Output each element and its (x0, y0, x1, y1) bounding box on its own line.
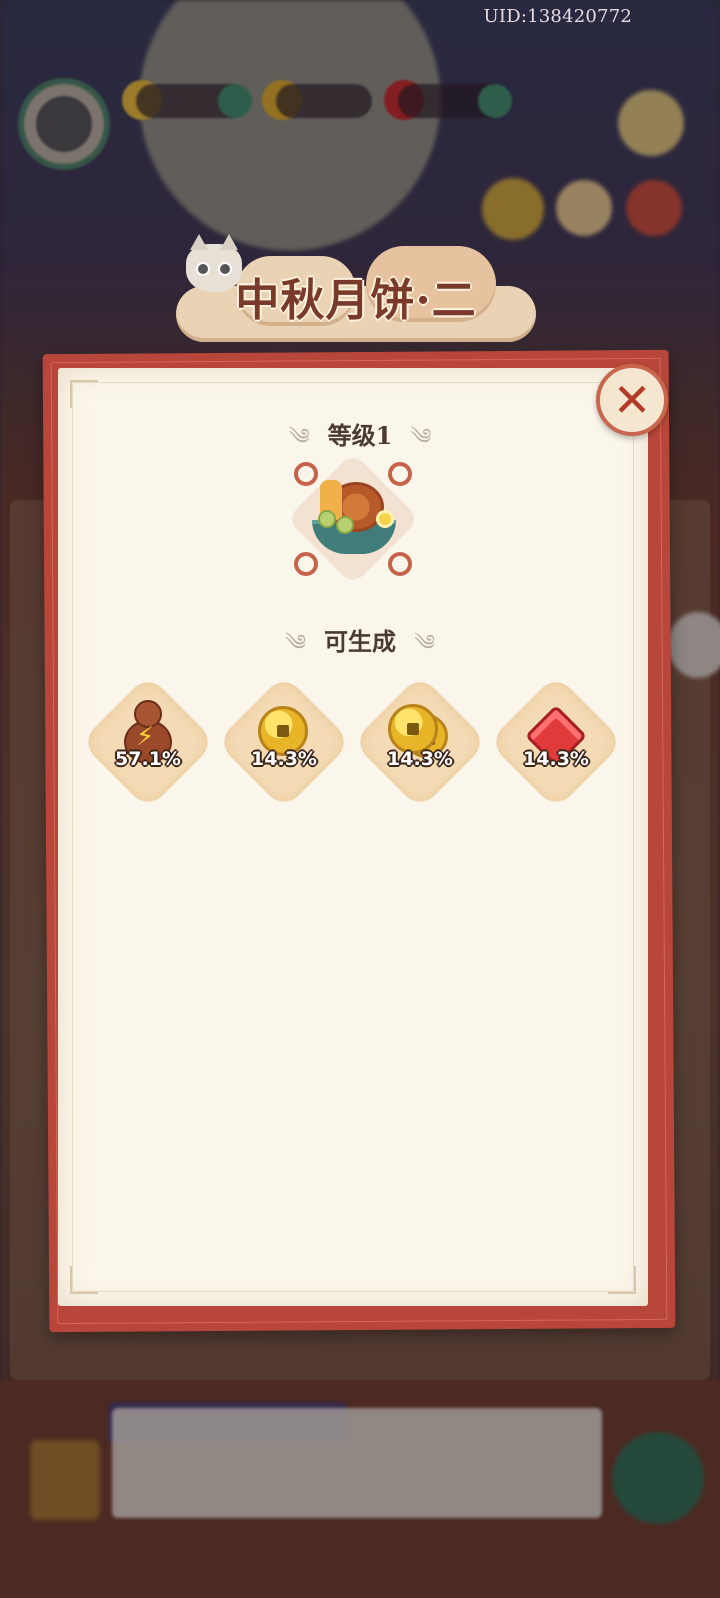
cat-mascot-icon (186, 234, 242, 292)
reward-item[interactable]: 14.3% (488, 674, 624, 810)
reward-percent: 57.1% (115, 748, 181, 770)
swirl-left-icon: ༄ (288, 425, 310, 450)
swirl-right-icon: ༄ (410, 425, 432, 450)
swirl-right-icon: ༄ (414, 631, 436, 656)
reward-percent: 14.3% (387, 748, 453, 770)
reward-percent: 14.3% (251, 748, 317, 770)
reward-item[interactable]: 14.3% (352, 674, 488, 810)
user-id: UID:138420772 (483, 6, 632, 27)
swirl-left-icon: ༄ (284, 631, 306, 656)
reward-percent: 14.3% (523, 748, 589, 770)
level-label: 等级1 (327, 421, 393, 450)
produces-heading: ༄ 可生成 ༄ (0, 618, 720, 680)
reward-item[interactable]: 14.3% (216, 674, 352, 810)
reward-item[interactable]: ⚡ 57.1% (80, 674, 216, 810)
produces-label: 可生成 (324, 627, 396, 656)
